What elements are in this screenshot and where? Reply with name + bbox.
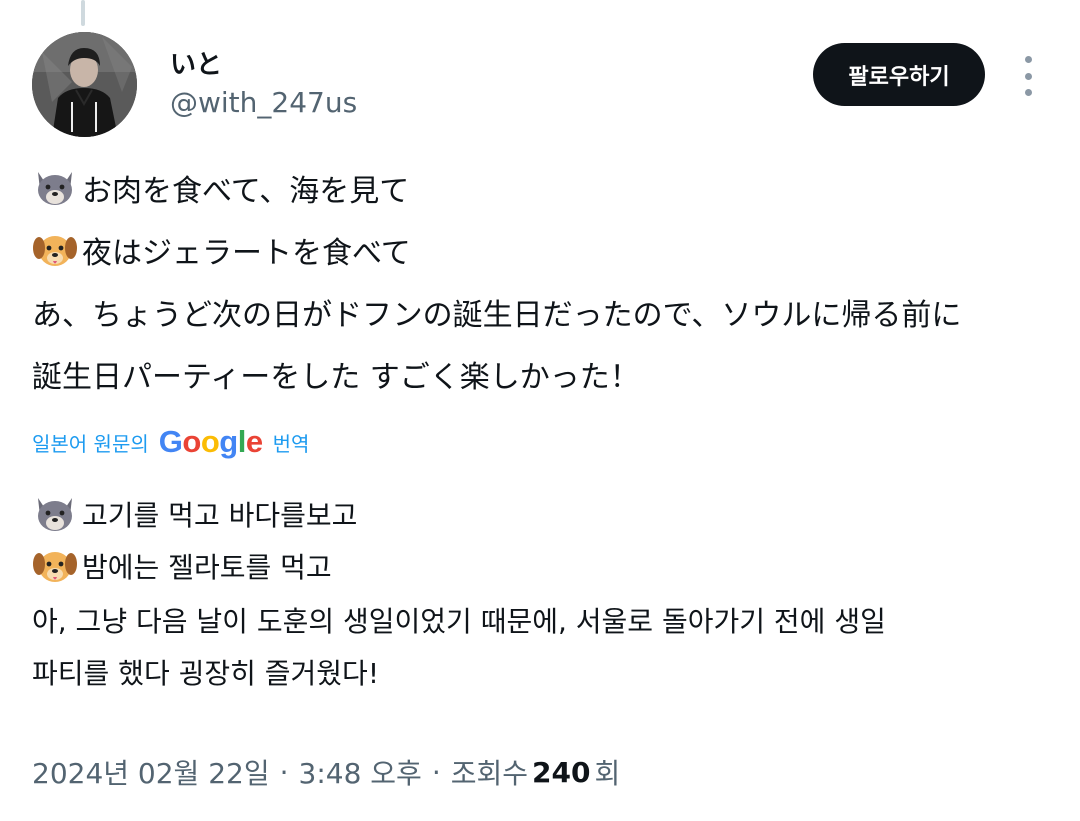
avatar-photo — [32, 32, 137, 137]
tweet-line-translated: 고기를 먹고 바다를보고 — [32, 494, 357, 534]
wolf-emoji — [32, 494, 78, 534]
dog-emoji — [32, 546, 78, 586]
tweet-text: お肉を食べて、海を見て — [82, 174, 410, 209]
meta-separator: · — [431, 755, 441, 789]
tweet-line-translated: 아, 그냥 다음 날이 도훈의 생일이었기 때문에, 서울로 돌아가기 전에 생… — [32, 600, 886, 640]
tweet-text: 誕生日パーティーをした すごく楽しかった！ — [32, 360, 640, 395]
translation-label-prefix: 일본어 원문의 — [32, 431, 149, 456]
more-dot — [1024, 56, 1032, 63]
display-name[interactable]: いと — [170, 44, 222, 81]
views-count[interactable]: 240 — [532, 756, 590, 789]
translated-text: 고기를 먹고 바다를보고 — [82, 499, 358, 532]
translation-label-suffix: 번역 — [272, 431, 310, 456]
tweet-line-original: 誕生日パーティーをした すごく楽しかった！ — [32, 352, 640, 396]
tweet-date[interactable]: 2024년 02월 22일 — [32, 752, 270, 792]
more-dot — [1024, 72, 1032, 80]
tweet-text: 夜はジェラートを食べて — [82, 236, 411, 271]
thread-connector-line — [81, 0, 85, 26]
tweet-line-original: 夜はジェラートを食べて — [32, 228, 411, 272]
dog-emoji — [32, 230, 78, 270]
more-dot — [1024, 89, 1032, 96]
translated-text: 밤에는 젤라토를 먹고 — [82, 551, 332, 584]
tweet-line-translated: 밤에는 젤라토를 먹고 — [32, 546, 332, 586]
translation-attribution-link[interactable]: 일본어 원문의 Google 번역 — [32, 424, 309, 460]
user-handle[interactable]: @with_247us — [170, 86, 357, 119]
tweet-meta: 2024년 02월 22일 · 3:48 오후 · 조회수 240 회 — [32, 750, 620, 794]
translated-text: 파티를 했다 굉장히 즐거웠다! — [32, 657, 380, 690]
tweet-line-translated: 파티를 했다 굉장히 즐거웠다! — [32, 652, 379, 692]
views-suffix: 회 — [594, 757, 621, 790]
follow-button[interactable]: 팔로우하기 — [813, 43, 985, 106]
translated-text: 아, 그냥 다음 날이 도훈의 생일이었기 때문에, 서울로 돌아가기 전에 생… — [32, 605, 886, 638]
avatar[interactable] — [32, 32, 137, 137]
tweet-text: あ、ちょうど次の日がドフンの誕生日だったので、ソウルに帰る前に — [32, 298, 962, 333]
tweet-line-original: お肉を食べて、海を見て — [32, 166, 409, 210]
google-logo: Google — [158, 424, 263, 459]
views-label: 조회수 — [450, 757, 529, 790]
more-options-icon[interactable] — [1014, 56, 1042, 96]
tweet-line-original: あ、ちょうど次の日がドフンの誕生日だったので、ソウルに帰る前に — [32, 290, 961, 334]
tweet-time[interactable]: 3:48 오후 — [299, 752, 422, 792]
wolf-emoji — [32, 168, 78, 208]
meta-separator: · — [279, 755, 289, 789]
